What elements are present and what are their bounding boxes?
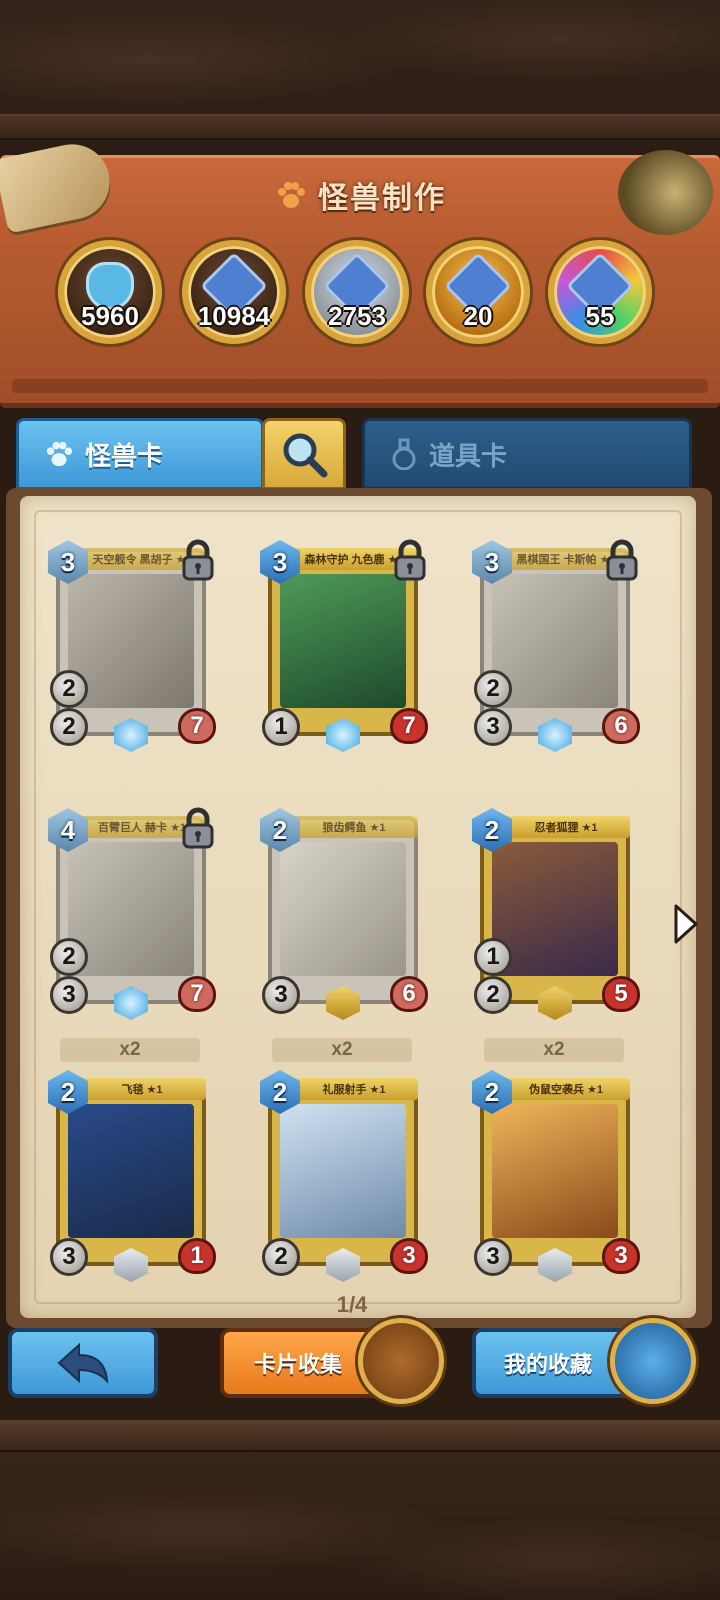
button-label: 卡片收集 xyxy=(254,1352,343,1377)
card-art xyxy=(280,1104,406,1238)
monster-card[interactable]: x2 伪鼠空袭兵 ★1 2 3 3 xyxy=(472,1038,640,1282)
card-health: 7 xyxy=(390,708,428,744)
resource-bar: 5960 10984 2753 20 55 xyxy=(0,240,720,350)
card-attack: 2 xyxy=(474,670,512,708)
resource-common-gem[interactable]: 10984 xyxy=(182,240,286,344)
monster-card[interactable]: x2 礼服射手 ★1 2 2 3 xyxy=(260,1038,428,1282)
card-attack: 2 xyxy=(50,670,88,708)
resource-epic-gem[interactable]: 20 xyxy=(426,240,530,344)
card-art xyxy=(68,1104,194,1238)
card-art xyxy=(492,1104,618,1238)
card-speed: 3 xyxy=(50,976,88,1014)
resource-legendary-gem[interactable]: 55 xyxy=(548,240,652,344)
lock-icon xyxy=(606,539,638,581)
back-button[interactable] xyxy=(8,1328,158,1398)
lock-icon xyxy=(394,539,426,581)
card-health: 6 xyxy=(390,976,428,1012)
card-speed: 3 xyxy=(474,1238,512,1276)
monster-card[interactable]: 森林守护 九色鹿 ★1 3 17 xyxy=(260,538,428,752)
tab-label: 道具卡 xyxy=(429,440,508,471)
resource-rare-gem[interactable]: 2753 xyxy=(305,240,409,344)
top-wood-beam xyxy=(0,114,720,140)
monster-card[interactable]: 狼齿鳄鱼 ★1 2 3 6 xyxy=(260,806,428,1020)
search-button[interactable] xyxy=(262,418,346,490)
card-speed: 2 xyxy=(50,708,88,746)
resource-value: 5960 xyxy=(81,301,139,331)
card-speed: 3 xyxy=(262,976,300,1014)
resource-value: 10984 xyxy=(197,301,271,331)
monster-card[interactable]: 天空舰令 黑胡子 ★1 3 227 xyxy=(48,538,216,752)
monster-card[interactable]: 百臂巨人 赫卡 ★1 4 237 xyxy=(48,806,216,1020)
card-speed: 3 xyxy=(50,1238,88,1276)
resource-dust[interactable]: 5960 xyxy=(58,240,162,344)
card-name: 飞毯 ★1 xyxy=(78,1078,206,1100)
card-health: 5 xyxy=(602,976,640,1012)
card-speed: 2 xyxy=(262,1238,300,1276)
page-indicator: 1/4 xyxy=(336,1292,368,1317)
back-arrow-icon xyxy=(57,1342,109,1384)
button-label: 我的收藏 xyxy=(504,1352,593,1377)
lock-icon xyxy=(182,539,214,581)
potion-icon xyxy=(392,438,416,470)
tab-label: 怪兽卡 xyxy=(85,440,164,471)
magnifier-icon xyxy=(283,433,328,478)
card-name: 忍者狐狸 ★1 xyxy=(502,816,630,838)
card-speed: 1 xyxy=(262,708,300,746)
next-page-arrow-icon[interactable] xyxy=(672,902,700,946)
resource-value: 2753 xyxy=(328,301,386,331)
resource-value: 55 xyxy=(585,301,615,331)
card-health: 7 xyxy=(178,976,216,1012)
bottom-wood-beam xyxy=(0,1420,720,1452)
page-title-area: 怪兽制作 xyxy=(0,170,720,220)
card-name: 伪鼠空袭兵 ★1 xyxy=(502,1078,630,1100)
card-copies: x2 xyxy=(484,1038,624,1062)
card-health: 1 xyxy=(178,1238,216,1274)
top-wood-background xyxy=(0,0,720,160)
card-speed: 2 xyxy=(474,976,512,1014)
monster-card[interactable]: 忍者狐狸 ★1 2 1 2 5 xyxy=(472,806,640,1020)
my-favorites-badge-icon[interactable] xyxy=(610,1318,696,1404)
paw-icon xyxy=(278,182,305,208)
card-name: 礼服射手 ★1 xyxy=(290,1078,418,1100)
page-title: 怪兽制作 xyxy=(318,182,446,215)
tab-item-cards[interactable]: 道具卡 xyxy=(362,418,692,490)
card-health: 7 xyxy=(178,708,216,744)
card-art xyxy=(280,842,406,976)
monster-card[interactable]: x2 飞毯 ★1 2 3 1 xyxy=(48,1038,216,1282)
resource-value: 20 xyxy=(463,301,493,331)
card-copies: x2 xyxy=(60,1038,200,1062)
card-name: 狼齿鳄鱼 ★1 xyxy=(290,816,418,838)
tab-monster-cards[interactable]: 怪兽卡 xyxy=(16,418,264,490)
card-health: 3 xyxy=(390,1238,428,1274)
card-health: 6 xyxy=(602,708,640,744)
card-collection-badge-icon[interactable] xyxy=(358,1318,444,1404)
paw-icon xyxy=(46,441,73,467)
card-attack: 2 xyxy=(50,938,88,976)
card-health: 3 xyxy=(602,1238,640,1274)
bottom-wood-background xyxy=(0,1420,720,1600)
card-art xyxy=(280,574,406,708)
card-speed: 3 xyxy=(474,708,512,746)
card-attack: 1 xyxy=(474,938,512,976)
lock-icon xyxy=(182,807,214,849)
monster-card[interactable]: 黑棋国王 卡斯帕 ★1 3 236 xyxy=(472,538,640,752)
card-copies: x2 xyxy=(272,1038,412,1062)
